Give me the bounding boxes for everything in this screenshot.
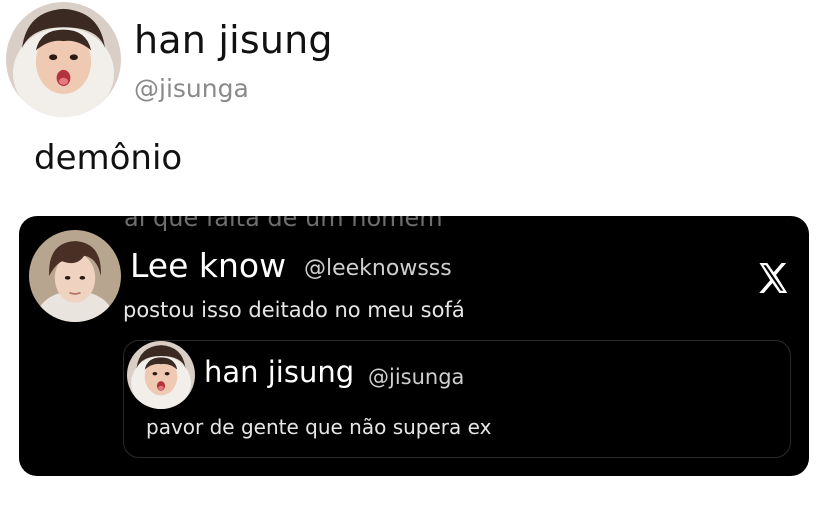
tweet-screenshot: han jisung @jisunga demônio aí que falta… bbox=[0, 0, 828, 516]
embedded-tweet-card: aí que falta de um homem Lee know @leekn… bbox=[19, 216, 809, 476]
avatar-photo-icon bbox=[6, 2, 121, 117]
embedded-author-avatar[interactable] bbox=[29, 230, 121, 322]
quoted-tweet[interactable]: han jisung @jisunga pavor de gente que n… bbox=[123, 340, 791, 458]
cropped-previous-text: aí que falta de um homem bbox=[124, 216, 443, 232]
embedded-tweet-text: postou isso deitado no meu sofá bbox=[123, 298, 465, 322]
quoted-author-name[interactable]: han jisung bbox=[204, 355, 354, 389]
author-avatar[interactable] bbox=[6, 2, 121, 117]
tweet-text: demônio bbox=[34, 138, 183, 178]
author-name[interactable]: han jisung bbox=[134, 18, 333, 62]
author-handle[interactable]: @jisunga bbox=[134, 74, 249, 103]
quoted-tweet-text: pavor de gente que não supera ex bbox=[146, 415, 492, 439]
quoted-author-avatar[interactable] bbox=[127, 341, 195, 409]
embedded-author-name[interactable]: Lee know bbox=[130, 246, 286, 285]
quoted-author-handle[interactable]: @jisunga bbox=[368, 365, 464, 389]
avatar-photo-icon bbox=[29, 230, 121, 322]
x-logo-icon[interactable] bbox=[755, 260, 791, 296]
embedded-author-handle[interactable]: @leeknowsss bbox=[304, 256, 452, 281]
avatar-photo-icon bbox=[127, 341, 195, 409]
